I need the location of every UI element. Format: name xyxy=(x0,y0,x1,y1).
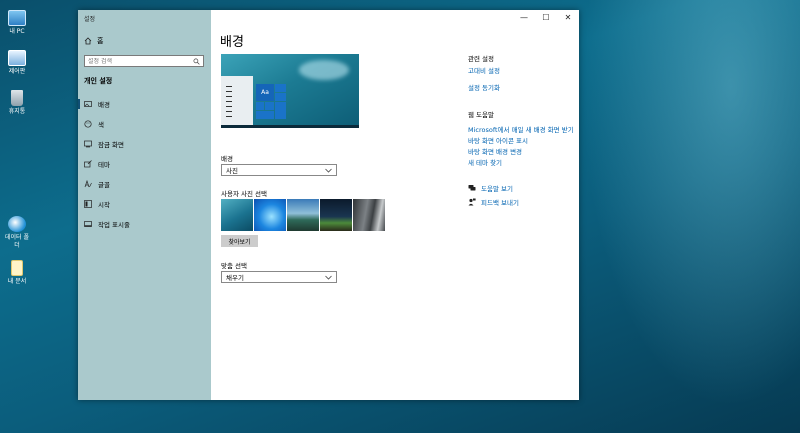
main-content: 배경 Aa 배경 사진 사용자 사진 선택 찾아보기 맞춤 선택 채우기 관련 … xyxy=(211,10,579,400)
home-nav-item[interactable]: 홈 xyxy=(84,36,103,46)
send-feedback-link[interactable]: 피드백 보내기 xyxy=(468,197,519,207)
recycle-bin-icon xyxy=(11,90,23,106)
related-settings-heading: 관련 설정 xyxy=(468,55,494,63)
window-title: 설정 xyxy=(84,16,96,23)
settings-window: 설정 홈 개인 설정 배경 색 xyxy=(78,10,579,400)
sidebar-section-heading: 개인 설정 xyxy=(84,77,113,85)
sidebar-item-color[interactable]: 색 xyxy=(78,117,211,131)
chevron-down-icon xyxy=(324,166,332,174)
sidebar-item-start[interactable]: 시작 xyxy=(78,197,211,211)
sidebar-item-fonts[interactable]: 글꼴 xyxy=(78,177,211,191)
sidebar-item-theme[interactable]: 테마 xyxy=(78,157,211,171)
desktop-icon-documents[interactable]: 내 문서 xyxy=(4,260,30,286)
sidebar: 설정 홈 개인 설정 배경 색 xyxy=(78,10,211,400)
desktop-icon-recycle-bin[interactable]: 휴지통 xyxy=(4,90,30,116)
preview-tile-label: Aa xyxy=(256,84,274,101)
high-contrast-link[interactable]: 고대비 설정 xyxy=(468,65,500,75)
brush-icon xyxy=(84,160,92,168)
chat-bubble-icon xyxy=(468,184,476,192)
choose-photo-label: 사용자 사진 선택 xyxy=(221,190,267,198)
photo-thumbnail-underwater[interactable] xyxy=(221,199,253,231)
browse-button[interactable]: 찾아보기 xyxy=(221,235,258,247)
palette-icon xyxy=(84,120,92,128)
preview-tiles: Aa xyxy=(256,84,286,124)
control-panel-icon xyxy=(8,50,26,66)
fit-dropdown[interactable]: 채우기 xyxy=(221,271,337,283)
taskbar-icon xyxy=(84,220,92,228)
document-icon xyxy=(11,260,23,276)
start-icon xyxy=(84,200,92,208)
desktop-icon-control-panel[interactable]: 제어판 xyxy=(4,50,30,76)
search-input[interactable] xyxy=(88,57,188,65)
sidebar-item-background[interactable]: 배경 xyxy=(78,97,211,111)
font-icon xyxy=(84,180,92,188)
sidebar-item-lock-screen[interactable]: 잠금 화면 xyxy=(78,137,211,151)
chevron-down-icon xyxy=(324,273,332,281)
page-title: 배경 xyxy=(220,35,244,50)
change-desktop-background-link[interactable]: 바탕 화면 배경 변경 xyxy=(468,146,522,156)
find-new-themes-link[interactable]: 새 테마 찾기 xyxy=(468,157,502,167)
sidebar-item-taskbar[interactable]: 작업 표시줄 xyxy=(78,217,211,231)
computer-icon xyxy=(8,10,26,26)
photo-thumbnail-lake[interactable] xyxy=(287,199,319,231)
get-help-link[interactable]: 도움말 보기 xyxy=(468,183,513,193)
photo-thumbnail-night-sky[interactable] xyxy=(320,199,352,231)
feedback-person-icon xyxy=(468,198,476,206)
photo-thumbnail-rock[interactable] xyxy=(353,199,385,231)
fit-label: 맞춤 선택 xyxy=(221,262,247,270)
picture-icon xyxy=(84,100,92,108)
photo-thumbnail-windows[interactable] xyxy=(254,199,286,231)
daily-wallpaper-link[interactable]: Microsoft에서 매일 새 배경 화면 받기 xyxy=(468,124,574,134)
show-desktop-icons-link[interactable]: 바탕 화면 아이콘 표시 xyxy=(468,135,528,145)
lock-screen-icon xyxy=(84,140,92,148)
sync-settings-link[interactable]: 설정 동기화 xyxy=(468,82,500,92)
background-label: 배경 xyxy=(221,155,233,163)
desktop-wallpaper xyxy=(570,0,800,433)
desktop-icon-this-pc[interactable]: 내 PC xyxy=(4,10,30,36)
web-help-heading: 웹 도움말 xyxy=(468,111,494,119)
desktop-icon-data-folder[interactable]: 데이터 폴더 xyxy=(4,216,30,250)
background-preview: Aa xyxy=(221,54,359,128)
background-dropdown[interactable]: 사진 xyxy=(221,164,337,176)
folder-icon xyxy=(8,216,26,232)
home-icon xyxy=(84,37,92,45)
search-box[interactable] xyxy=(84,55,204,67)
search-icon[interactable] xyxy=(192,57,200,65)
